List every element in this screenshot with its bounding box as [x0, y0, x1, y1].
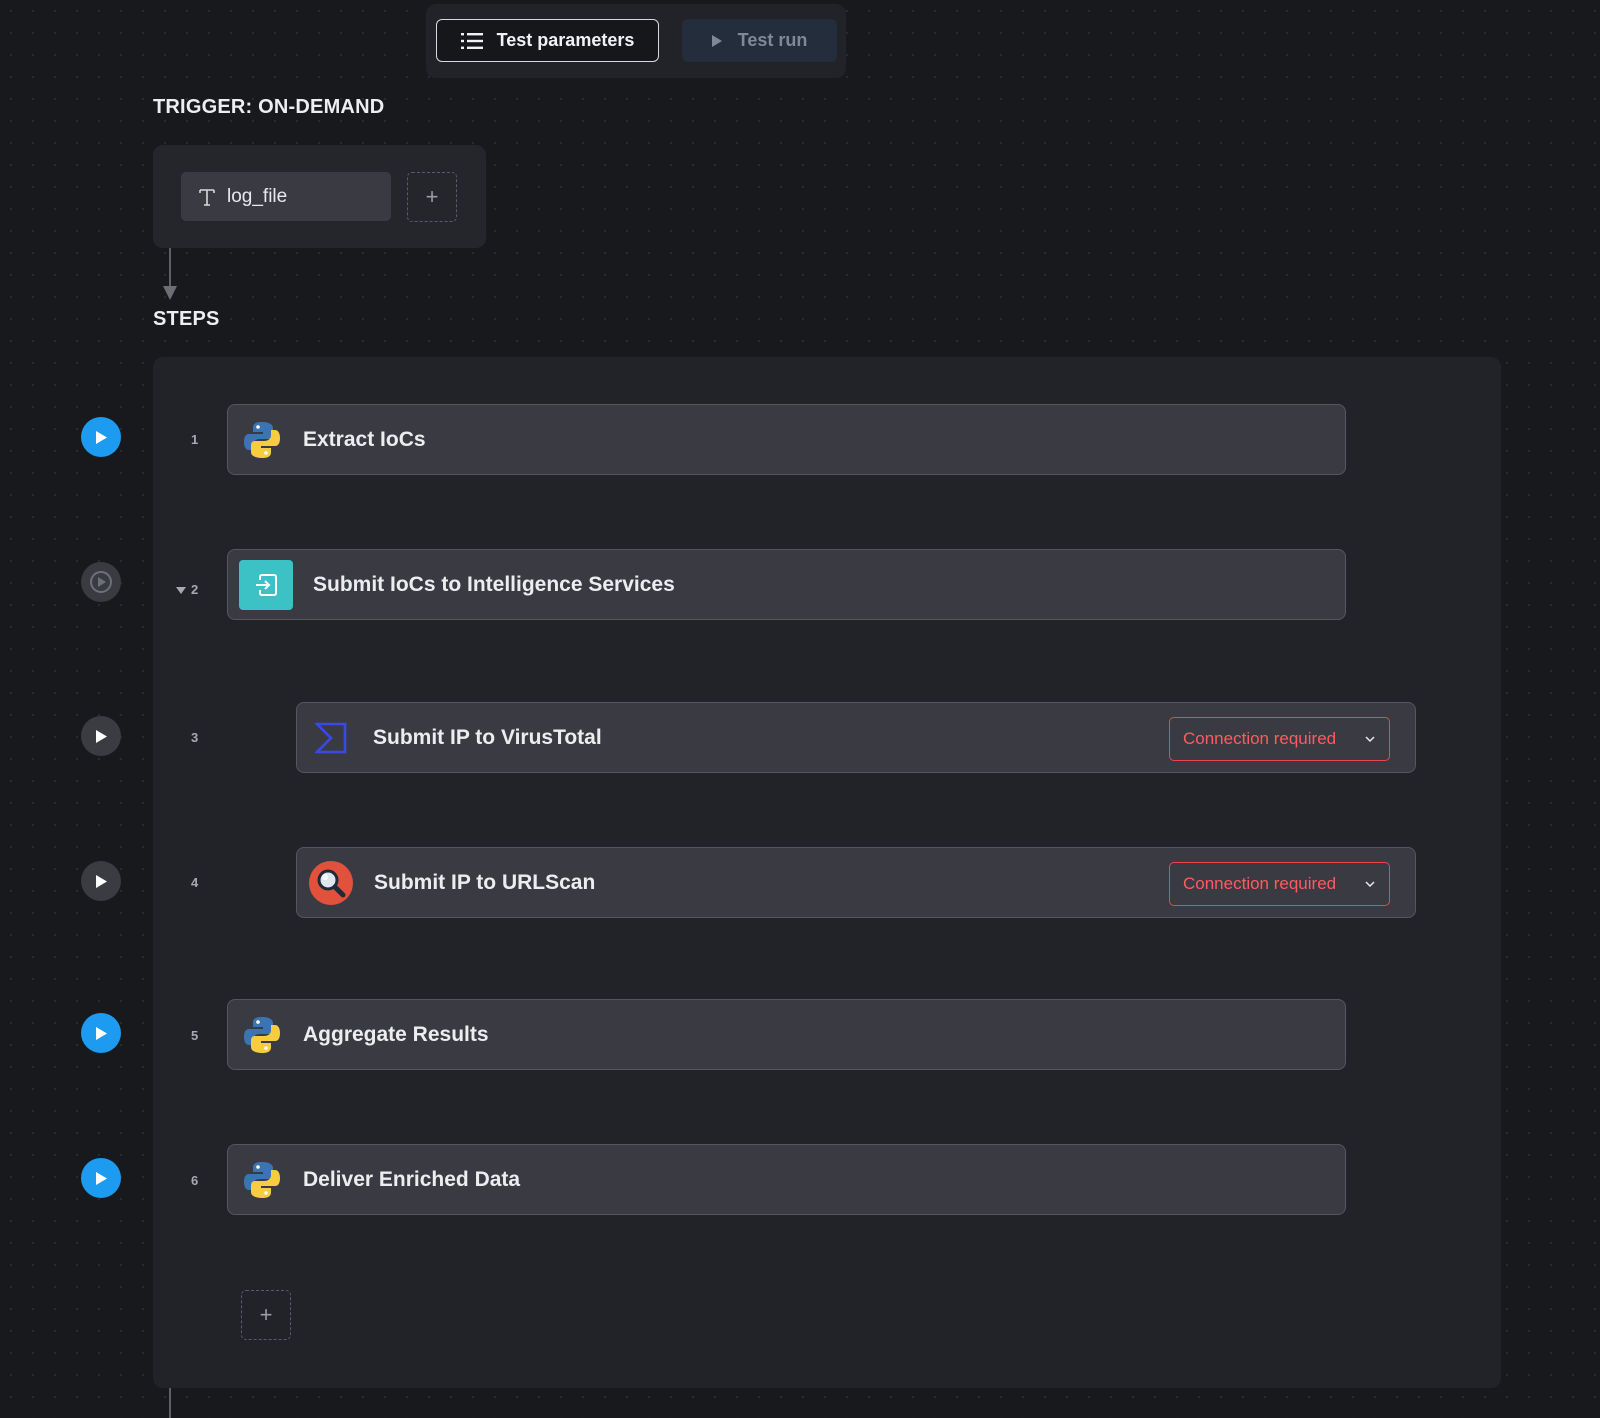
connection-status: Connection required [1183, 729, 1337, 748]
step-number: 1 [191, 432, 199, 447]
add-step-button[interactable]: + [241, 1290, 291, 1340]
play-icon [711, 34, 722, 47]
step-card-extract-iocs[interactable]: Extract IoCs [227, 404, 1346, 475]
play-icon [96, 729, 107, 743]
step-title: Deliver Enriched Data [303, 1167, 521, 1191]
connection-select-virustotal[interactable]: Connection required [1169, 717, 1390, 761]
chevron-down-icon [1365, 736, 1375, 742]
step-card-urlscan[interactable]: Submit IP to URLScan Connection required [296, 847, 1416, 918]
run-step-6-button[interactable] [81, 1158, 121, 1198]
step-number: 2 [191, 582, 199, 597]
test-parameters-button[interactable]: Test parameters [436, 19, 659, 62]
add-trigger-parameter-button[interactable]: + [407, 172, 457, 222]
step-card-aggregate-results[interactable]: Aggregate Results [227, 999, 1346, 1070]
urlscan-icon [309, 860, 353, 905]
step-title: Submit IP to URLScan [374, 870, 596, 894]
steps-heading: STEPS [153, 308, 220, 330]
add-label: + [259, 1302, 273, 1327]
step-number: 4 [191, 875, 199, 890]
parallel-group-icon [239, 559, 293, 610]
play-icon [96, 1026, 107, 1040]
python-icon [244, 1161, 280, 1198]
step-number: 5 [191, 1028, 199, 1043]
run-step-1-button[interactable] [81, 417, 121, 457]
caret-down-icon[interactable] [176, 587, 186, 594]
trigger-heading: TRIGGER: ON-DEMAND [153, 96, 385, 118]
step-card-virustotal[interactable]: Submit IP to VirusTotal Connection requi… [296, 702, 1416, 773]
test-parameters-label: Test parameters [496, 30, 635, 50]
step-number: 6 [191, 1173, 199, 1188]
play-icon [96, 430, 107, 444]
add-label: + [425, 184, 439, 209]
virustotal-icon [315, 722, 347, 753]
run-step-3-button[interactable] [81, 716, 121, 756]
run-step-5-button[interactable] [81, 1013, 121, 1053]
play-icon [96, 1171, 107, 1185]
step-title: Submit IP to VirusTotal [373, 725, 602, 749]
step-title: Submit IoCs to Intelligence Services [313, 572, 675, 596]
parameter-name: log_file [227, 185, 288, 207]
test-run-label: Test run [737, 30, 808, 50]
test-run-button[interactable]: Test run [682, 19, 837, 62]
connection-status: Connection required [1183, 874, 1337, 893]
play-icon [96, 874, 107, 888]
text-type-icon [199, 188, 215, 206]
trigger-parameter-chip[interactable]: log_file [181, 172, 391, 221]
step-title: Extract IoCs [303, 427, 426, 451]
list-icon [460, 32, 483, 49]
python-icon [244, 421, 280, 458]
step-number: 3 [191, 730, 199, 745]
group-run-icon [90, 571, 112, 593]
chevron-down-icon [1365, 881, 1375, 887]
step-card-deliver-enriched-data[interactable]: Deliver Enriched Data [227, 1144, 1346, 1215]
python-icon [244, 1016, 280, 1053]
run-step-4-button[interactable] [81, 861, 121, 901]
run-step-2-button[interactable] [81, 562, 121, 602]
step-card-submit-iocs-group[interactable]: Submit IoCs to Intelligence Services [227, 549, 1346, 620]
connection-select-urlscan[interactable]: Connection required [1169, 862, 1390, 906]
step-title: Aggregate Results [303, 1022, 489, 1046]
